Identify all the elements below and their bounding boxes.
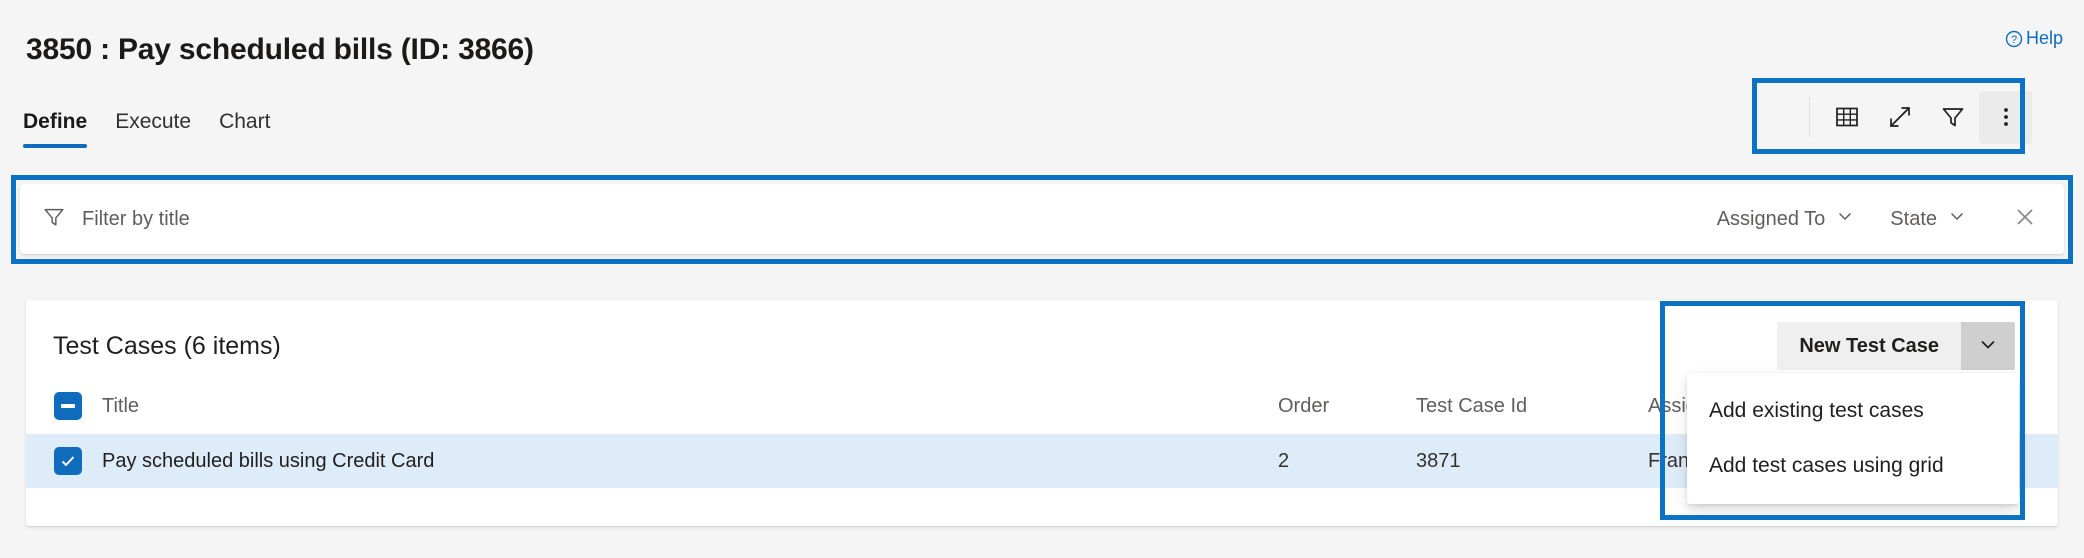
cell-title: Pay scheduled bills using Credit Card [102, 449, 435, 472]
help-label: Help [2025, 28, 2063, 48]
select-all-cell [26, 392, 98, 420]
chevron-down-icon [1978, 334, 1998, 359]
menu-item-add-existing-test-cases[interactable]: Add existing test cases [1687, 383, 2019, 438]
indeterminate-dash-icon [61, 404, 75, 408]
svg-text:?: ? [2011, 34, 2017, 46]
filter-bar: Filter by title Assigned To State [20, 184, 2064, 254]
new-test-case-button[interactable]: New Test Case [1777, 322, 1961, 370]
chevron-down-icon [1948, 207, 1966, 231]
cell-order: 2 [1278, 449, 1290, 472]
expand-button[interactable] [1873, 91, 1926, 144]
filter-button[interactable] [1926, 91, 1979, 144]
question-circle-icon: ? [2005, 30, 2023, 48]
expand-icon [1887, 104, 1913, 130]
filter-by-title-input[interactable]: Filter by title [82, 208, 190, 231]
state-label: State [1890, 207, 1937, 230]
test-cases-heading: Test Cases (6 items) [53, 332, 281, 360]
app-page: 3850 : Pay scheduled bills (ID: 3866) ? … [0, 0, 2084, 558]
row-checkbox[interactable] [54, 447, 82, 475]
new-test-case-split-button: New Test Case [1777, 322, 2015, 370]
column-header-order[interactable]: Order [1278, 395, 1416, 418]
row-select-cell [26, 447, 98, 475]
page-title: 3850 : Pay scheduled bills (ID: 3866) [26, 33, 534, 66]
select-all-checkbox[interactable] [54, 392, 82, 420]
tab-execute[interactable]: Execute [115, 110, 191, 148]
assigned-to-filter[interactable]: Assigned To [1717, 207, 1855, 231]
help-link[interactable]: ? Help [2005, 28, 2063, 49]
column-header-test-case-id[interactable]: Test Case Id [1416, 395, 1648, 418]
tab-bar: Define Execute Chart [23, 110, 270, 148]
new-test-case-menu: Add existing test cases Add test cases u… [1687, 373, 2019, 504]
filter-controls: Assigned To State [1717, 202, 2042, 236]
close-filter-button[interactable] [2008, 202, 2042, 236]
tab-define[interactable]: Define [23, 110, 88, 148]
toolbar-divider [1809, 97, 1810, 137]
filter-input-wrap[interactable]: Filter by title [42, 205, 1717, 234]
check-icon [61, 456, 75, 467]
assigned-to-label: Assigned To [1716, 207, 1826, 230]
tab-chart[interactable]: Chart [219, 110, 270, 148]
filter-icon [1940, 104, 1966, 130]
new-test-case-dropdown-toggle[interactable] [1961, 322, 2015, 370]
chevron-down-icon [1836, 207, 1854, 231]
filter-icon [42, 205, 66, 234]
more-options-button[interactable] [1979, 90, 2032, 144]
toolbar [1809, 88, 2032, 146]
grid-icon [1835, 105, 1859, 129]
cell-test-case-id: 3871 [1416, 449, 1461, 472]
close-icon [2013, 205, 2037, 234]
more-options-icon [1995, 106, 2017, 128]
grid-view-button[interactable] [1820, 91, 1873, 144]
state-filter[interactable]: State [1890, 207, 1966, 231]
column-header-title[interactable]: Title [98, 395, 1278, 418]
menu-item-add-test-cases-using-grid[interactable]: Add test cases using grid [1687, 438, 2019, 493]
